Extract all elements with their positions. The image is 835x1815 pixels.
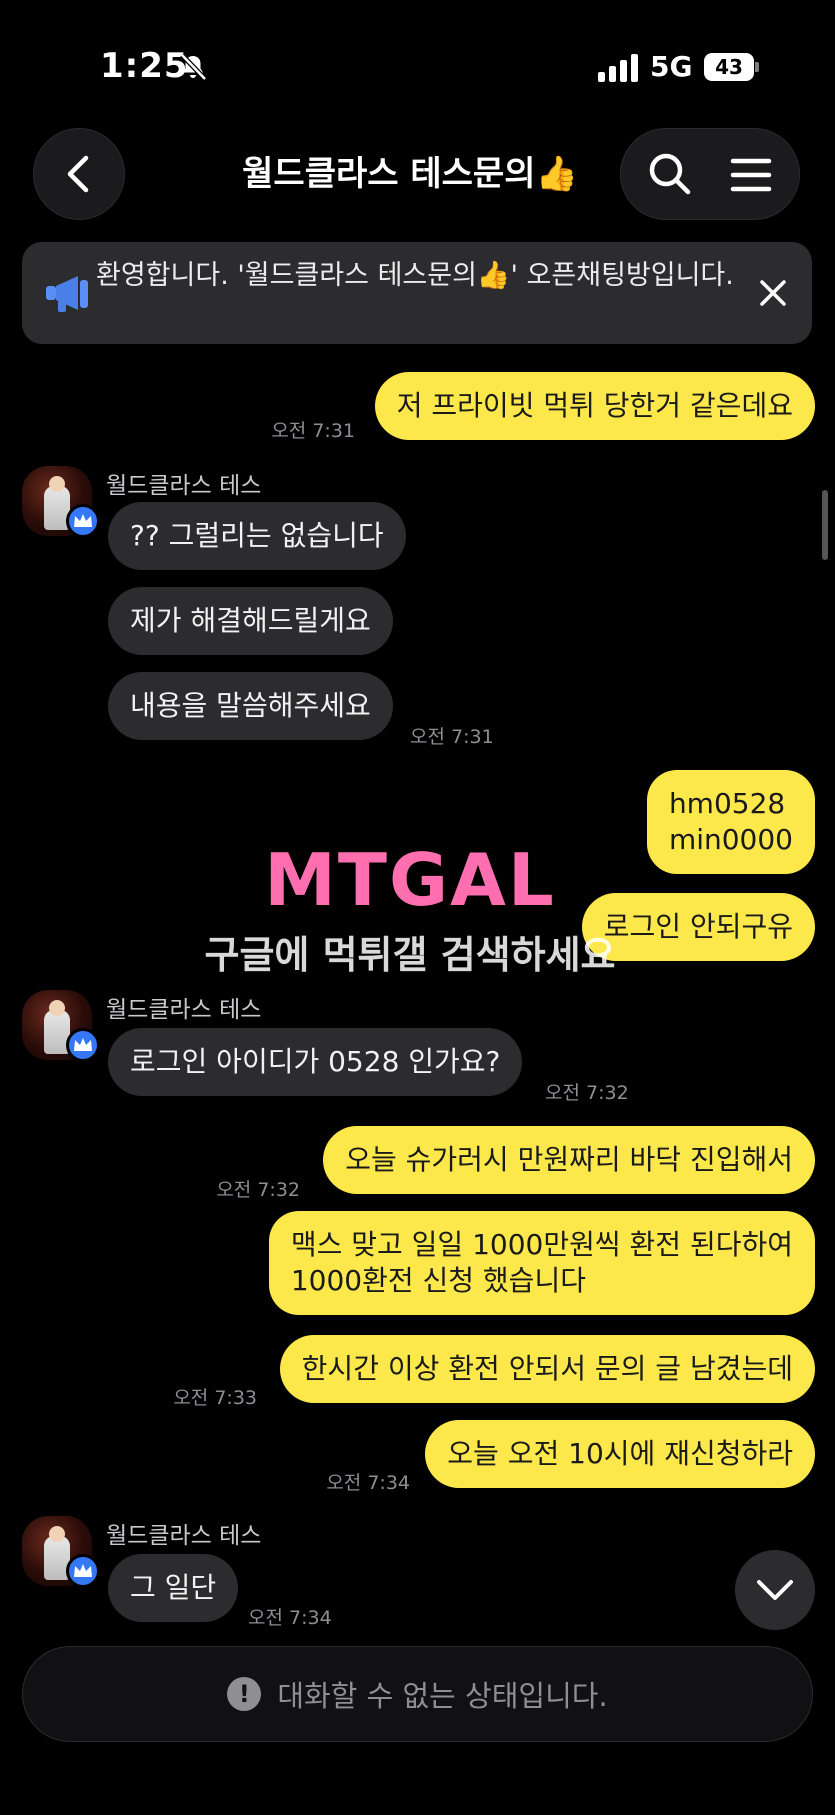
chevron-down-icon [757, 1580, 793, 1600]
signal-icon [598, 54, 638, 82]
their-message[interactable]: 로그인 아이디가 0528 인가요? [108, 1028, 523, 1096]
menu-icon [730, 158, 772, 192]
their-message[interactable]: 제가 해결해드릴게요 [108, 587, 393, 655]
exclamation-icon: ! [227, 1677, 262, 1711]
message-line: 1000환전 신청 했습니다 [290, 1264, 586, 1297]
message-time: 오전 7:31 [410, 726, 494, 748]
crown-badge [66, 1554, 100, 1588]
search-icon [649, 153, 691, 195]
watermark-logo: MTGAL [160, 840, 660, 920]
search-button[interactable] [645, 149, 695, 199]
chat-header: 월드클라스 테스문의👍 [0, 128, 835, 224]
message-time: 오전 7:34 [326, 1472, 410, 1494]
input-disabled-text: 대화할 수 없는 상태입니다. [277, 1679, 608, 1713]
avatar-head [49, 1000, 65, 1016]
sender-name: 월드클라스 테스 [106, 997, 262, 1023]
my-message[interactable]: hm0528 min0000 [646, 770, 815, 874]
message-input-bar: ! 대화할 수 없는 상태입니다. [22, 1646, 813, 1742]
message-line: 맥스 맞고 일일 1000만원씩 환전 된다하여 [290, 1228, 793, 1261]
status-time: 1:25 [100, 46, 189, 86]
message-time: 오전 7:31 [271, 420, 355, 442]
message-line: min0000 [668, 823, 793, 856]
their-message[interactable]: 그 일단 [108, 1554, 239, 1622]
message-line: hm0528 [668, 787, 786, 820]
back-icon [67, 155, 89, 193]
back-button[interactable] [33, 128, 125, 220]
my-message[interactable]: 오늘 슈가러시 만원짜리 바닥 진입해서 [323, 1126, 815, 1194]
my-message[interactable]: 로그인 안되구유 [581, 893, 815, 961]
avatar[interactable] [22, 466, 100, 538]
crown-icon [74, 1564, 92, 1577]
header-actions [620, 128, 800, 220]
my-message[interactable]: 저 프라이빗 먹튀 당한거 같은데요 [374, 372, 815, 440]
scroll-down-button[interactable] [735, 1550, 815, 1630]
sender-name: 월드클라스 테스 [106, 1523, 262, 1549]
notice-banner[interactable]: 환영합니다. '월드클라스 테스문의👍' 오픈채팅방입니다. [22, 242, 812, 344]
bell-slash-icon [180, 53, 207, 81]
crown-icon [74, 514, 92, 527]
scrollbar-thumb[interactable] [822, 490, 828, 560]
battery-tip [755, 62, 759, 72]
my-message[interactable]: 오늘 오전 10시에 재신청하라 [425, 1420, 815, 1488]
avatar-head [49, 1526, 65, 1542]
crown-badge [66, 1028, 100, 1062]
their-message[interactable]: 내용을 말씀해주세요 [108, 672, 393, 740]
their-message[interactable]: ?? 그럴리는 없습니다 [108, 502, 406, 570]
sender-name: 월드클라스 테스 [106, 473, 262, 499]
message-time: 오전 7:33 [173, 1387, 257, 1409]
notice-text: 환영합니다. '월드클라스 테스문의👍' 오픈채팅방입니다. [96, 260, 734, 291]
message-time: 오전 7:34 [248, 1607, 332, 1629]
avatar-head [49, 476, 65, 492]
watermark-logo-text: MTGAL [264, 838, 556, 922]
chat-title: 월드클라스 테스문의👍 [242, 154, 578, 194]
megaphone-icon [46, 276, 88, 312]
home-indicator [275, 1792, 560, 1802]
avatar[interactable] [22, 990, 100, 1062]
message-time: 오전 7:32 [216, 1179, 300, 1201]
close-icon[interactable] [756, 276, 790, 310]
avatar[interactable] [22, 1516, 100, 1588]
watermark: MTGAL 구글에 먹튀갤 검색하세요 [160, 840, 660, 979]
my-message[interactable]: 한시간 이상 환전 안되서 문의 글 남겼는데 [279, 1335, 815, 1403]
battery-indicator: 43 [704, 53, 759, 81]
menu-button[interactable] [727, 151, 775, 199]
battery-level: 43 [704, 53, 754, 81]
crown-icon [74, 1038, 92, 1051]
status-bar: 1:25 5G 43 [0, 0, 835, 130]
message-time: 오전 7:32 [545, 1082, 629, 1104]
network-type: 5G [650, 50, 693, 83]
crown-badge [66, 504, 100, 538]
my-message[interactable]: 맥스 맞고 일일 1000만원씩 환전 된다하여 1000환전 신청 했습니다 [268, 1211, 815, 1315]
